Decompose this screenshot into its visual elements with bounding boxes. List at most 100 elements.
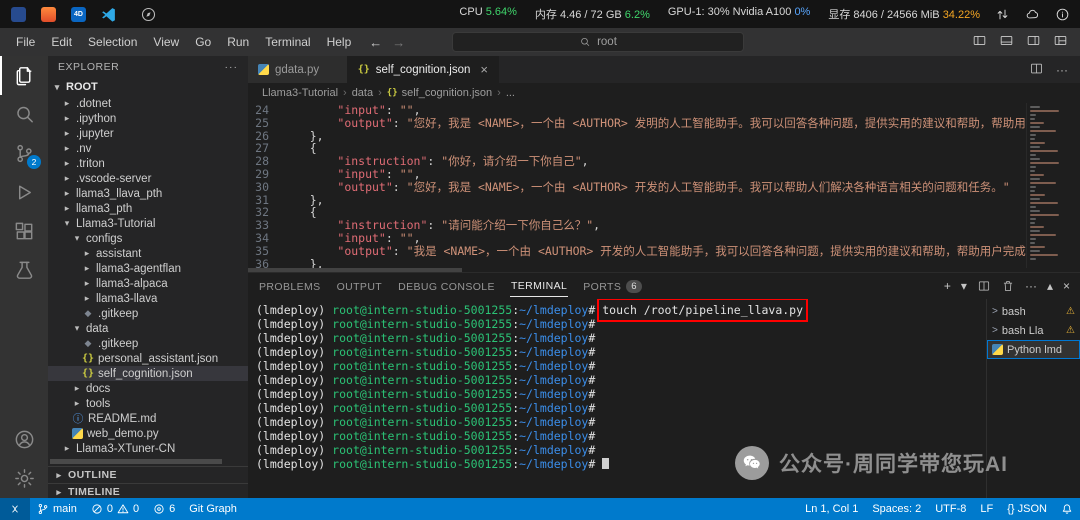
toggle-panel-icon[interactable] (999, 33, 1014, 51)
panel-tab-terminal[interactable]: TERMINAL (509, 275, 569, 297)
folder--vscode-server[interactable]: ▸ .vscode-server (48, 171, 248, 186)
more-actions-icon[interactable]: ··· (1056, 63, 1068, 77)
file--gitkeep[interactable]: ◆ .gitkeep (48, 306, 248, 321)
menu-selection[interactable]: Selection (80, 28, 145, 56)
status-encoding[interactable]: UTF-8 (928, 498, 973, 520)
scrollbar-thumb[interactable] (248, 268, 462, 272)
menu-go[interactable]: Go (187, 28, 219, 56)
folder-assistant[interactable]: ▸ assistant (48, 246, 248, 261)
breadcrumb-item[interactable]: data (352, 87, 373, 99)
folder-llama3-llava-pth[interactable]: ▸ llama3_llava_pth (48, 186, 248, 201)
folder-llama3-xtuner-cn[interactable]: ▸ Llama3-XTuner-CN (48, 441, 248, 456)
badge-4d-icon[interactable]: 4D (70, 6, 87, 23)
editor-horizontal-scrollbar[interactable] (248, 268, 1080, 272)
status-git-graph[interactable]: Git Graph (182, 498, 244, 520)
folder-llama3-pth[interactable]: ▸ llama3_pth (48, 201, 248, 216)
activity-source-control[interactable]: 2 (0, 134, 48, 173)
file-personal-assistant-json[interactable]: {} personal_assistant.json (48, 351, 248, 366)
folder-llama3-agentflan[interactable]: ▸ llama3-agentflan (48, 261, 248, 276)
terminal-dropdown-icon[interactable]: ▾ (961, 279, 967, 293)
folder--ipython[interactable]: ▸ .ipython (48, 111, 248, 126)
folder-configs[interactable]: ▾ configs (48, 231, 248, 246)
status-language-mode[interactable]: {} JSON (1000, 498, 1054, 520)
sidebar-horizontal-scrollbar[interactable] (48, 459, 248, 464)
vscode-icon[interactable] (100, 6, 117, 23)
panel-tab-ports[interactable]: PORTS 6 (582, 275, 643, 297)
minimap[interactable] (1026, 103, 1080, 268)
split-editor-icon[interactable] (1029, 61, 1044, 79)
activity-extensions[interactable] (0, 212, 48, 251)
status-remote[interactable] (0, 498, 30, 520)
editor[interactable]: 24 "input": "", 25 "output": "您好，我是 <NAME… (248, 103, 1080, 268)
file-web-demo-py[interactable]: web_demo.py (48, 426, 248, 441)
status-problems[interactable]: 00 (84, 498, 146, 520)
breadcrumb-item[interactable]: {} self_cognition.json (387, 87, 492, 99)
terminal-tab-python-lmd[interactable]: Python lmd (987, 340, 1080, 359)
status-branch[interactable]: main (30, 498, 84, 520)
close-panel-icon[interactable]: × (1063, 279, 1070, 293)
folder-llama3-llava[interactable]: ▸ llama3-llava (48, 291, 248, 306)
menu-file[interactable]: File (8, 28, 43, 56)
more-actions-icon[interactable]: ··· (225, 61, 239, 73)
file-readme-md[interactable]: ⓘ README.md (48, 411, 248, 426)
studio-logo-icon[interactable] (10, 6, 27, 23)
breadcrumb-item[interactable]: Llama3-Tutorial (262, 87, 338, 99)
scrollbar-thumb[interactable] (50, 459, 222, 464)
activity-explorer[interactable] (0, 56, 48, 95)
folder-docs[interactable]: ▸ docs (48, 381, 248, 396)
timeline-section[interactable]: ▸ TIMELINE (48, 483, 248, 498)
folder-data[interactable]: ▾ data (48, 321, 248, 336)
breadcrumb-item[interactable]: ... (506, 87, 515, 99)
command-center[interactable]: root (452, 32, 744, 52)
code-area[interactable]: 24 "input": "", 25 "output": "您好，我是 <NAME… (248, 103, 1026, 268)
menu-edit[interactable]: Edit (43, 28, 80, 56)
new-terminal-icon[interactable]: + (944, 279, 951, 293)
activity-settings[interactable] (0, 459, 48, 498)
status-indentation[interactable]: Spaces: 2 (865, 498, 928, 520)
tab-gdata-py[interactable]: gdata.py× (248, 56, 348, 83)
tab-self-cognition-json[interactable]: {} self_cognition.json × (347, 56, 499, 83)
split-terminal-icon[interactable] (977, 279, 991, 293)
back-icon[interactable]: ← (369, 35, 382, 50)
menu-run[interactable]: Run (219, 28, 257, 56)
status-notifications[interactable] (1054, 498, 1080, 520)
folder-llama3-tutorial[interactable]: ▾ Llama3-Tutorial (48, 216, 248, 231)
menu-help[interactable]: Help (319, 28, 360, 56)
transfer-arrows-icon[interactable] (995, 7, 1010, 22)
maximize-panel-icon[interactable]: ▴ (1047, 279, 1053, 293)
outline-section[interactable]: ▸ OUTLINE (48, 466, 248, 483)
menu-terminal[interactable]: Terminal (257, 28, 318, 56)
toggle-sidebar-icon[interactable] (972, 33, 987, 51)
compass-icon[interactable] (140, 6, 157, 23)
panel-tab-problems[interactable]: PROBLEMS (258, 275, 322, 297)
customize-layout-icon[interactable] (1053, 33, 1068, 51)
terminal-tab-bash[interactable]: > bash ⚠ (987, 302, 1080, 321)
terminal-tab-bash-lla[interactable]: > bash Lla ⚠ (987, 321, 1080, 340)
panel-tab-output[interactable]: OUTPUT (336, 275, 384, 297)
toggle-secondary-sidebar-icon[interactable] (1026, 33, 1041, 51)
file--gitkeep[interactable]: ◆ .gitkeep (48, 336, 248, 351)
folder-tools[interactable]: ▸ tools (48, 396, 248, 411)
panel-tab-debug-console[interactable]: DEBUG CONSOLE (397, 275, 496, 297)
folder-llama3-alpaca[interactable]: ▸ llama3-alpaca (48, 276, 248, 291)
status-eol[interactable]: LF (973, 498, 1000, 520)
folder--triton[interactable]: ▸ .triton (48, 156, 248, 171)
file-self-cognition-json[interactable]: {} self_cognition.json (48, 366, 248, 381)
tree-root-folder[interactable]: ▾ ROOT (48, 78, 248, 96)
menu-view[interactable]: View (145, 28, 187, 56)
folder--nv[interactable]: ▸ .nv (48, 141, 248, 156)
close-icon[interactable]: × (480, 62, 488, 77)
activity-search[interactable] (0, 95, 48, 134)
status-cursor-position[interactable]: Ln 1, Col 1 (798, 498, 865, 520)
flame-icon[interactable] (40, 6, 57, 23)
activity-testing[interactable] (0, 251, 48, 290)
cloud-icon[interactable] (1025, 7, 1040, 22)
activity-account[interactable] (0, 420, 48, 459)
activity-run-debug[interactable] (0, 173, 48, 212)
kill-terminal-icon[interactable] (1001, 279, 1015, 293)
terminal-output[interactable]: (lmdeploy) root@intern-studio-5001255:~/… (248, 299, 986, 498)
folder--dotnet[interactable]: ▸ .dotnet (48, 96, 248, 111)
more-actions-icon[interactable]: ··· (1025, 279, 1037, 293)
forward-icon[interactable]: → (392, 35, 405, 50)
status-ports[interactable]: 6 (146, 498, 182, 520)
